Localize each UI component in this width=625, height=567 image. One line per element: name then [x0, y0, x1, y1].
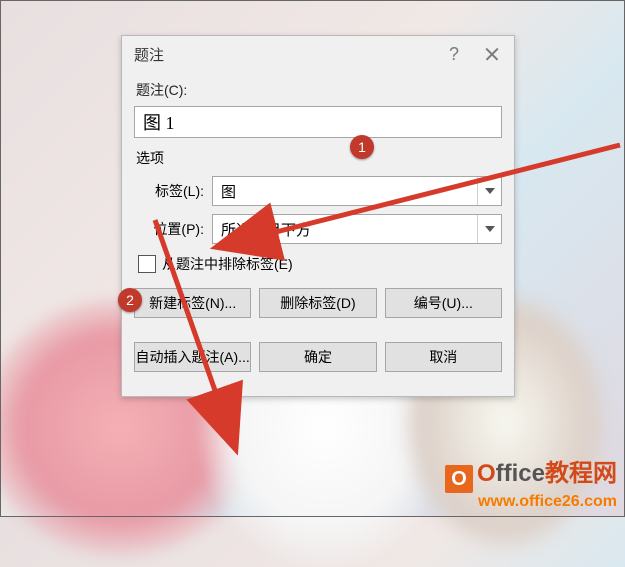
exclude-label-text: 从题注中排除标签(E)	[162, 254, 293, 274]
position-field-label: 位置(P):	[134, 219, 212, 239]
close-icon	[485, 47, 499, 61]
checkbox-icon	[138, 255, 156, 273]
chevron-down-icon	[477, 215, 501, 243]
caption-label: 题注(C):	[136, 80, 502, 100]
cancel-button[interactable]: 取消	[385, 342, 502, 372]
ok-button[interactable]: 确定	[259, 342, 376, 372]
options-header: 选项	[136, 148, 502, 168]
exclude-label-checkbox-row[interactable]: 从题注中排除标签(E)	[138, 254, 502, 274]
chevron-down-icon	[477, 177, 501, 205]
numbering-button[interactable]: 编号(U)...	[385, 288, 502, 318]
label-field-label: 标签(L):	[134, 181, 212, 201]
logo-icon: O	[445, 465, 473, 493]
dialog-title: 题注	[134, 44, 436, 65]
delete-label-button[interactable]: 删除标签(D)	[259, 288, 376, 318]
watermark: OOffice教程网 www.office26.com	[445, 460, 617, 511]
caption-value: 图 1	[143, 109, 175, 135]
label-select[interactable]: 图	[212, 176, 502, 206]
position-select-value: 所选项目下方	[221, 219, 311, 240]
watermark-url: www.office26.com	[445, 493, 617, 511]
new-label-button[interactable]: 新建标签(N)...	[134, 288, 251, 318]
dialog-titlebar: 题注 ?	[122, 36, 514, 72]
help-button[interactable]: ?	[436, 40, 472, 68]
caption-input[interactable]: 图 1	[134, 106, 502, 138]
auto-caption-button[interactable]: 自动插入题注(A)...	[134, 342, 251, 372]
label-select-value: 图	[221, 181, 236, 202]
caption-dialog: 题注 ? 题注(C): 图 1 选项 标签(L): 图 位置(P): 所选项目下…	[121, 35, 515, 397]
close-button[interactable]	[474, 40, 510, 68]
position-select[interactable]: 所选项目下方	[212, 214, 502, 244]
